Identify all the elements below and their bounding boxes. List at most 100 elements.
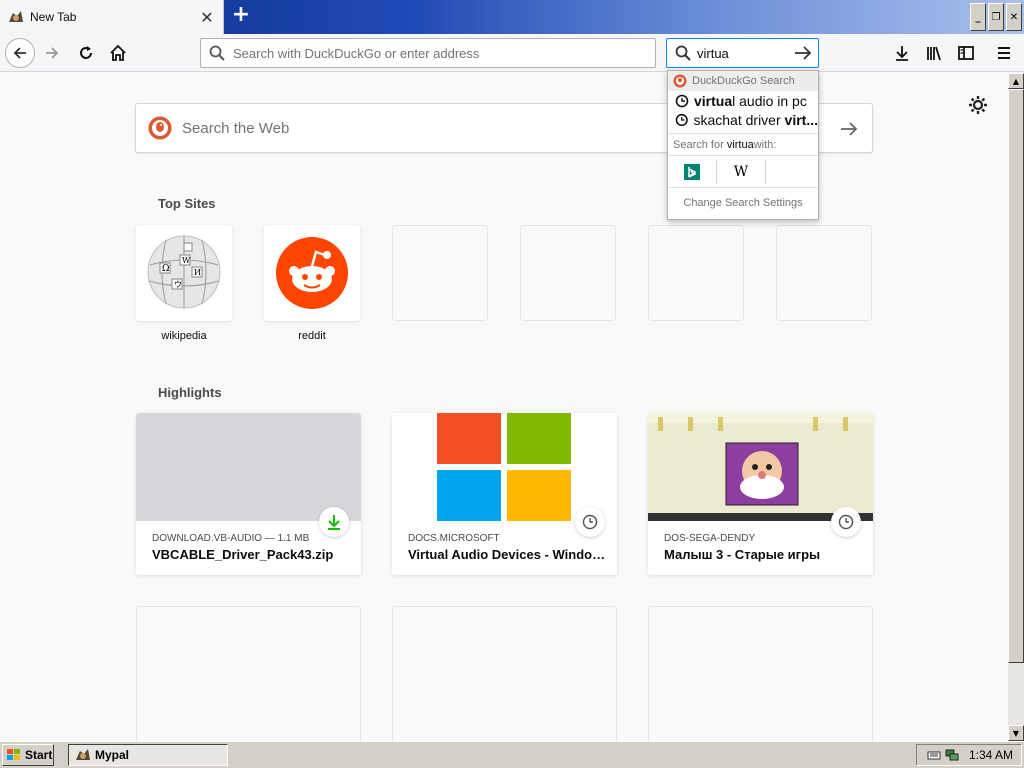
network-icon[interactable] <box>945 748 959 762</box>
highlight-card[interactable]: DOS-SEGA-DENDY Малыш 3 - Старые игры <box>648 413 873 575</box>
window-controls: _ ❐ ✕ <box>970 3 1022 31</box>
sidebar-button[interactable] <box>952 39 980 67</box>
search-bar-value: virtua <box>697 45 729 61</box>
search-suggestions-popup: DuckDuckGo Search virtual audio in pc sk… <box>667 70 819 220</box>
clock: 1:34 AM <box>968 748 1013 762</box>
clock-icon <box>838 514 854 530</box>
top-site-wikipedia[interactable]: Ω W И ウ <box>136 225 232 321</box>
hamburger-menu-icon <box>998 47 1010 59</box>
game-screenshot-image <box>648 413 873 521</box>
address-bar-placeholder: Search with DuckDuckGo or enter address <box>233 45 480 61</box>
clock-icon <box>582 514 598 530</box>
search-icon <box>209 45 225 61</box>
wikipedia-icon: W <box>733 163 749 180</box>
top-site-empty-slot <box>392 225 488 321</box>
gear-icon[interactable] <box>968 95 988 115</box>
reddit-icon <box>276 237 348 309</box>
highlight-host: DOS-SEGA-DENDY <box>664 533 756 544</box>
search-icon <box>675 45 691 61</box>
clock-icon <box>675 113 688 126</box>
reload-icon <box>80 46 92 59</box>
downloads-button[interactable] <box>888 39 916 67</box>
top-site-empty-slot <box>776 225 872 321</box>
top-site-empty-slot <box>520 225 616 321</box>
app-favicon-icon <box>76 749 90 760</box>
restore-button[interactable]: ❐ <box>988 3 1004 31</box>
highlight-card[interactable]: DOWNLOAD.VB-AUDIO — 1.1 MB VBCABLE_Drive… <box>136 413 361 575</box>
highlight-host: DOWNLOAD.VB-AUDIO — 1.1 MB <box>152 533 310 544</box>
top-sites-title: Top Sites <box>158 196 216 211</box>
highlight-type-badge <box>575 507 605 537</box>
suggestion-prefix: skachat driver <box>693 111 785 128</box>
tab-close-icon[interactable]: ✕ <box>199 8 215 27</box>
scroll-down-button[interactable]: ▼ <box>1008 725 1024 741</box>
library-button[interactable] <box>920 39 948 67</box>
search-bar[interactable]: virtua <box>666 38 819 68</box>
highlight-thumbnail <box>392 413 617 521</box>
taskbar: Start Mypal 1:34 AM <box>0 741 1024 768</box>
highlight-title: Малыш 3 - Старые игры <box>664 547 821 562</box>
start-label: Start <box>25 748 53 762</box>
search-go-arrow-icon[interactable] <box>838 118 860 140</box>
highlight-type-badge <box>831 507 861 537</box>
change-search-settings-button[interactable]: Change Search Settings <box>668 187 818 218</box>
forward-button[interactable] <box>38 39 66 67</box>
svg-text:Ω: Ω <box>162 264 169 274</box>
clock-icon <box>675 94 689 107</box>
forward-arrow-icon <box>46 47 59 59</box>
suggestion-item[interactable]: skachat driver virt... <box>668 110 818 129</box>
new-tab-button[interactable]: + <box>230 4 252 27</box>
scroll-up-button[interactable]: ▲ <box>1008 73 1024 89</box>
minimize-button[interactable]: _ <box>970 3 986 31</box>
one-off-engines: W <box>668 155 818 187</box>
top-site-empty-slot <box>648 225 744 321</box>
suggestion-item[interactable]: virtual audio in pc <box>668 91 818 110</box>
menu-button[interactable] <box>990 39 1018 67</box>
windows-logo-icon <box>7 749 20 760</box>
svg-text:И: И <box>194 268 201 277</box>
home-icon <box>110 44 126 61</box>
search-for-label: Search for virtua with: <box>668 133 818 155</box>
highlights-title: Highlights <box>158 385 222 400</box>
wikipedia-globe-icon: Ω W И ウ <box>147 235 221 309</box>
system-tray: 1:34 AM <box>916 744 1022 766</box>
vertical-scrollbar[interactable]: ▲ ▼ <box>1008 73 1024 741</box>
tab-title: New Tab <box>30 10 77 24</box>
highlight-empty-slot <box>136 606 361 741</box>
reload-button[interactable] <box>72 39 100 67</box>
keyboard-icon[interactable] <box>927 749 941 761</box>
download-icon <box>896 46 908 61</box>
highlight-card[interactable]: DOCS.MICROSOFT Virtual Audio Devices - W… <box>392 413 617 575</box>
new-tab-page: Search the Web Top Sites Ω W И ウ wikiped… <box>0 73 1008 741</box>
top-site-label: reddit <box>298 330 326 342</box>
highlight-title: VBCABLE_Driver_Pack43.zip <box>152 547 334 562</box>
svg-text:W: W <box>182 256 191 265</box>
wikipedia-engine-button[interactable]: W <box>717 159 766 184</box>
scroll-thumb[interactable] <box>1008 89 1024 663</box>
library-icon <box>927 46 941 61</box>
highlight-thumbnail <box>648 413 873 521</box>
start-button[interactable]: Start <box>2 744 54 766</box>
highlight-thumbnail <box>136 413 361 521</box>
app-favicon-icon <box>9 11 23 22</box>
suggestion-match: virtua <box>694 92 733 109</box>
search-engine-name: DuckDuckGo Search <box>692 75 795 87</box>
highlight-empty-slot <box>392 606 617 741</box>
duckduckgo-icon <box>673 74 687 88</box>
top-site-reddit[interactable] <box>264 225 360 321</box>
address-bar[interactable]: Search with DuckDuckGo or enter address <box>200 38 656 68</box>
suggestion-rest: l audio in pc <box>732 92 807 109</box>
duckduckgo-icon <box>148 116 172 140</box>
go-arrow-icon[interactable] <box>794 45 812 61</box>
svg-text:ウ: ウ <box>174 280 182 289</box>
web-search-placeholder: Search the Web <box>182 119 290 137</box>
tab-strip: New Tab ✕ + _ ❐ ✕ <box>0 0 1024 34</box>
download-icon <box>328 515 340 530</box>
close-window-button[interactable]: ✕ <box>1006 3 1022 31</box>
tab-new-tab[interactable]: New Tab ✕ <box>0 0 224 34</box>
bing-engine-button[interactable] <box>668 159 717 184</box>
taskbar-item-label: Mypal <box>95 748 130 762</box>
home-button[interactable] <box>104 39 132 67</box>
taskbar-item-mypal[interactable]: Mypal <box>68 744 228 766</box>
back-button[interactable] <box>5 38 35 68</box>
